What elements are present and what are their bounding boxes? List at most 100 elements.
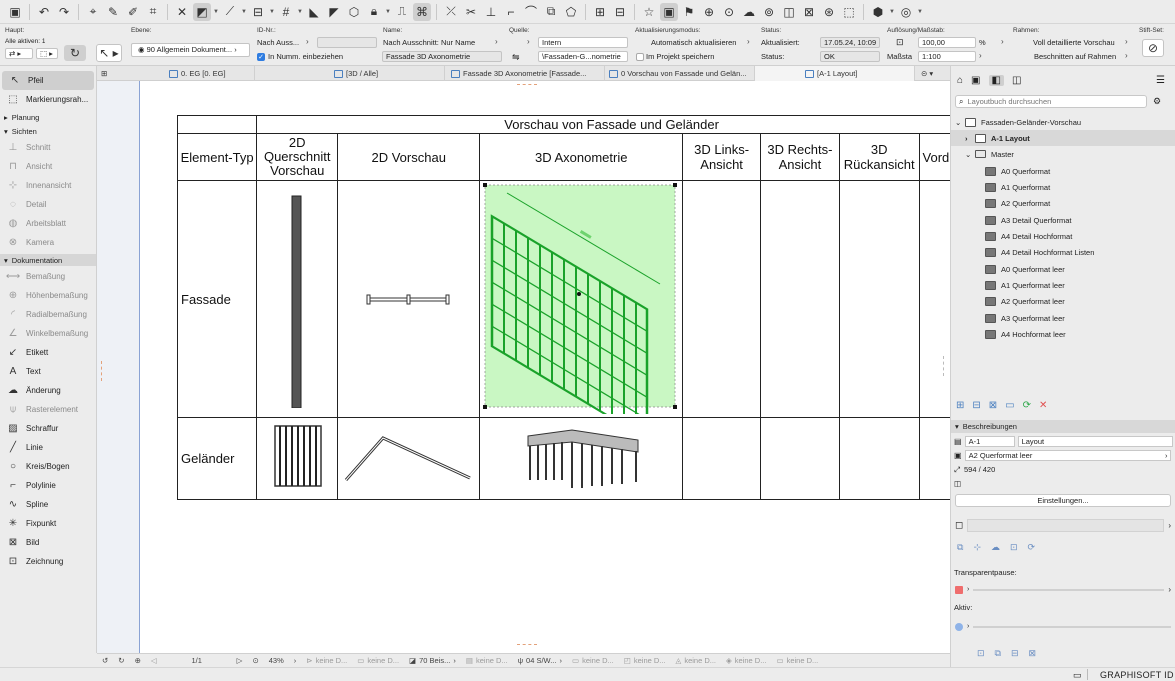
chevron-down-icon[interactable]: ▼ [917,9,923,15]
tool-hoehenbemassung[interactable]: ⊕ Höhenbemaßung [0,286,96,305]
scale-dropdown[interactable]: ◪ 70 Beis... › [404,656,461,665]
tool-spline[interactable]: ∿ Spline [0,495,96,514]
tree-item-master-layout[interactable]: A4 Detail Hochformat [951,228,1175,244]
id-input[interactable]: A-1 [964,436,1015,447]
zoom-in-icon[interactable]: ⊕ [130,656,146,665]
source-field[interactable]: Intern [538,37,628,48]
new-layout-icon[interactable]: ⊞ [956,400,964,411]
tool-detail[interactable]: ◌ Detail [0,195,96,214]
tree-item-a1-layout[interactable]: › A-1 Layout [951,130,1175,146]
crop-dropdown[interactable]: Beschnitten auf Rahmen [1034,52,1116,61]
cloud-view-icon[interactable]: ☁ [991,542,1000,553]
cell-gelaender-3d-axonometrie[interactable] [479,417,684,500]
layer-combo-dropdown[interactable]: ▭ keine D... [352,656,404,665]
mirror-icon[interactable]: ⊞ [591,3,609,21]
tree-item-master-layout[interactable]: A2 Querformat [951,195,1175,211]
tree-item-master-layout[interactable]: A4 Detail Hochformat Listen [951,244,1175,260]
partial-display-icon[interactable]: ◎ [897,3,915,21]
fillet-icon[interactable]: ⌒ [522,3,540,21]
zoom-fit-icon[interactable]: ⊙ [247,656,263,665]
suspend-groups-icon[interactable]: ✕ [173,3,191,21]
layer-selector[interactable]: ⇄ ▸ [5,48,33,59]
preview-field[interactable] [967,519,1165,532]
magic-wand-icon[interactable]: ⌗ [144,3,162,21]
tab-options[interactable]: ⊝ ▾ [917,66,950,81]
cell-fassade-3d-links[interactable] [682,180,761,418]
element-hotspot[interactable] [577,292,582,296]
tool-innenansicht[interactable]: ⊹ Innenansicht [0,176,96,195]
tab-floor-plan[interactable]: 0. EG [0. EG] [165,66,255,81]
refresh-icon[interactable]: ⟳ [1023,400,1031,411]
eyedropper-icon[interactable]: ✎ [104,3,122,21]
source-link-icon[interactable]: ⇋ [512,52,520,63]
tag-icon[interactable]: ⬚ [840,3,858,21]
rebuild-icon[interactable]: ⟳ [1028,542,1036,553]
name-input[interactable]: Layout [1017,436,1173,447]
rotate-icon[interactable]: ↻ [64,45,86,61]
tool-polylinie[interactable]: ⌐ Polylinie [0,476,96,495]
new-master-icon[interactable]: ⊟ [972,400,980,411]
chevron-down-icon[interactable]: ▼ [269,9,275,15]
tool-aenderung[interactable]: ☁ Änderung [0,381,96,400]
adjust-icon[interactable]: ⊥ [482,3,500,21]
beschreibungen-section[interactable]: ▾ Beschreibungen [951,420,1175,433]
tab-overview-icon[interactable]: ⊞ [97,66,117,81]
explode-icon[interactable]: ⬠ [562,3,580,21]
save-icon[interactable]: ▣ [6,3,24,21]
syringe-icon[interactable]: ✐ [124,3,142,21]
gravity-icon[interactable]: ◩ [193,2,211,21]
find-select-icon[interactable]: ⌖ [84,3,102,21]
duplicate-icon[interactable]: ⧉ [957,542,963,553]
resize-handle-left[interactable] [101,361,104,381]
grid-snap-icon[interactable]: # [277,3,295,21]
measure-icon[interactable]: ⎍ [393,3,411,21]
swap-icon[interactable]: ⊟ [1011,648,1019,659]
tool-text[interactable]: A Text [0,362,96,381]
undo-zoom-icon[interactable]: ↺ [97,656,113,665]
publish-icon[interactable]: ⊚ [760,3,778,21]
palette-icon[interactable] [955,622,963,631]
tab-vorschau-schedule[interactable]: 0 Vorschau von Fassade und Gelän... [605,66,755,81]
einstellungen-button[interactable]: Einstellungen... [955,494,1171,507]
graphisoft-id-link[interactable]: GRAPHISOFT ID [1100,670,1174,680]
tool-markierung[interactable]: ⬚ Markierungsrah... [0,90,96,109]
tree-item-master-layout[interactable]: A3 Querformat leer [951,310,1175,326]
tree-root[interactable]: ⌄ Fassaden-Geländer-Vorschau [951,114,1175,130]
menu-icon[interactable]: ☰ [1156,75,1165,86]
redo-zoom-icon[interactable]: ↻ [113,656,129,665]
section-dokumentation[interactable]: ▾ Dokumentation [0,254,96,266]
tool-kamera[interactable]: ⊗ Kamera [0,233,96,252]
marquee-selector[interactable]: ⬚ ▸ [36,48,58,59]
tab-3d[interactable]: [3D / Alle] [330,66,445,81]
section-sichten[interactable]: ▾ Sichten [0,125,96,137]
master-select[interactable]: A2 Querformat leer › [964,450,1171,461]
name-field[interactable]: Fassade 3D Axonometrie [382,51,502,62]
select-frame-icon[interactable]: ⌘ [413,2,431,21]
frame-dropdown[interactable]: Voll detaillierte Vorschau [1033,38,1115,47]
overrides-dropdown[interactable]: ◰ keine D... [619,656,671,665]
transparent-slider[interactable] [973,588,1165,591]
renovation-dropdown[interactable]: ◬ keine D... [671,656,721,665]
project-map-icon[interactable]: ⌂ [957,75,963,86]
tool-schnitt[interactable]: ⊥ Schnitt [0,138,96,157]
layout-view-icon[interactable]: ▣ [660,2,678,21]
fassade-axonometric-drawing[interactable] [480,181,682,442]
issues-icon[interactable]: ⊕ [700,3,718,21]
cell-fassade-3d-rueck[interactable] [838,180,920,418]
trim-icon[interactable]: ✂ [462,3,480,21]
chevron-down-icon[interactable]: ▼ [213,9,219,15]
tool-bemassung[interactable]: ⟷ Bemaßung [0,267,96,286]
compare-icon[interactable]: ⧉ [995,648,1001,659]
aktiv-slider[interactable] [973,625,1171,628]
layout-canvas[interactable]: Vorschau von Fassade und Geländer Elemen… [97,81,950,653]
tool-pfeil[interactable]: ↖ Pfeil [2,71,94,90]
tool-schraffur[interactable]: ▨ Schraffur [0,419,96,438]
tab-a1-layout[interactable]: [A-1 Layout] [755,66,915,81]
cell-fassade-3d-axonometrie[interactable] [479,180,684,442]
tool-etikett[interactable]: ↙ Etikett [0,343,96,362]
tool-zeichnung[interactable]: ⊡ Zeichnung [0,552,96,571]
tree-item-master[interactable]: ⌄ Master [951,146,1175,162]
cell-gelaender-vord[interactable] [918,417,950,500]
selection-handle[interactable] [673,183,678,187]
properties-icon[interactable]: ▭ [1005,400,1014,411]
